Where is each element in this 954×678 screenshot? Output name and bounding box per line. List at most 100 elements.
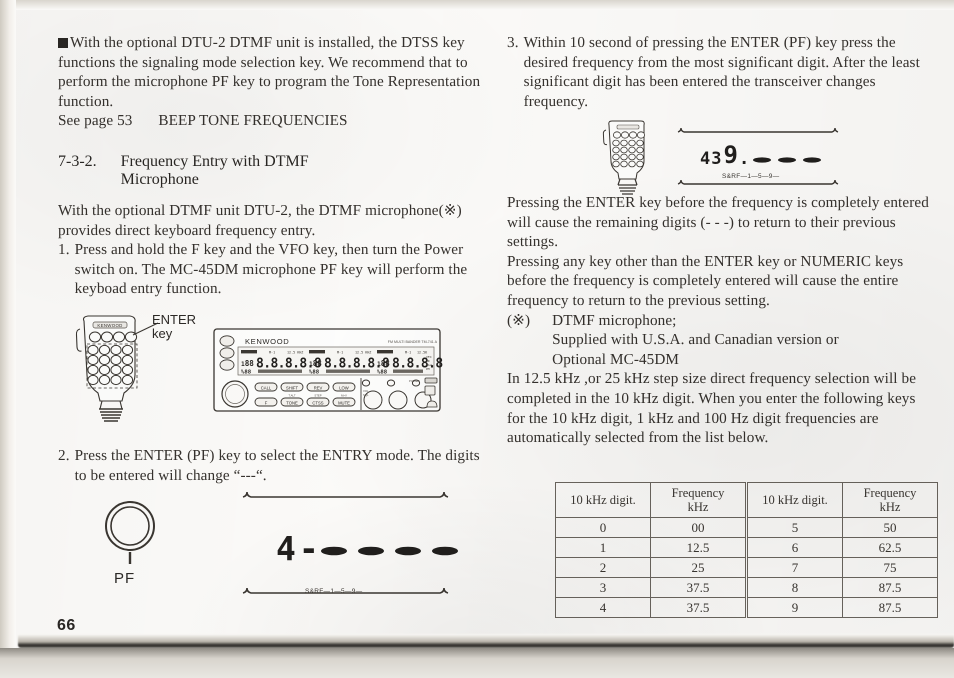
step-3-number: 3.: [507, 34, 519, 51]
entry-mode-lcd-dashes: [320, 540, 460, 562]
entry-mode-meter-scale: S&RF—1—5—9—: [305, 588, 363, 595]
left-column: With the optional DTU-2 DTMF unit is ins…: [58, 33, 483, 299]
svg-text:8.8.8.8: 8.8.8.8: [392, 357, 443, 372]
step-2: 2. Press the ENTER (PF) key to select th…: [58, 446, 483, 485]
figure-mic-small: [597, 119, 661, 195]
cell-freq-right: 87.5: [842, 577, 938, 598]
enter-key-callout-line2: key: [152, 326, 173, 341]
cell-digit-right: 7: [745, 557, 843, 578]
note-paragraph-text: With the optional DTU-2 DTMF unit is ins…: [58, 34, 481, 110]
cell-freq-left: 00: [650, 517, 747, 538]
section-title-line2: Microphone: [120, 170, 199, 188]
lcd-439-prefix: 43: [700, 149, 723, 169]
see-page-label: See page 53: [58, 112, 133, 130]
step-2-text: Press the ENTER (PF) key to select the E…: [74, 447, 480, 484]
cell-digit-left: 3: [555, 577, 651, 598]
cell-digit-right: 6: [745, 537, 843, 558]
intro-paragraph: With the optional DTMF unit DTU-2, the D…: [58, 201, 462, 239]
step-2-block: 2. Press the ENTER (PF) key to select th…: [58, 446, 483, 485]
cell-freq-right: 75: [842, 557, 938, 578]
scanned-manual-page: With the optional DTU-2 DTMF unit is ins…: [0, 0, 954, 678]
enter-key-callout: ENTER key: [152, 313, 196, 341]
cell-freq-right: 87.5: [842, 597, 938, 618]
svg-text:188: 188: [309, 359, 322, 368]
step-2-number: 2.: [58, 447, 70, 464]
cell-digit-left: 0: [555, 517, 651, 538]
step-3-text: Within 10 second of pressing the ENTER (…: [523, 34, 920, 110]
svg-text:F: F: [265, 401, 268, 406]
header-left-digit: 10 kHz digit.: [555, 482, 651, 518]
table-row: 2 25 7 75: [555, 557, 938, 578]
step-1-text: Press and hold the F key and the VFO key…: [74, 241, 468, 298]
cell-freq-right: 62.5: [842, 537, 938, 558]
see-page-line: See page 53 BEEP TONE FREQUENCIES: [58, 111, 483, 131]
section-title-line1: Frequency Entry with DTMF: [120, 152, 309, 170]
svg-text:TONE: TONE: [286, 401, 298, 406]
svg-text:CTSS: CTSS: [312, 401, 323, 406]
header-right-frequency-line1: Frequency: [863, 486, 917, 500]
bullet-square-icon: [58, 38, 68, 48]
step-1-number: 1.: [58, 241, 70, 259]
table-row: 0 00 5 50: [555, 517, 938, 538]
page-edge-bottom-surface: [0, 648, 954, 678]
frequency-table-wrapper: 10 kHz digit. Frequency kHz 10 kHz digit…: [555, 482, 938, 618]
svg-text:M-1: M-1: [405, 351, 411, 355]
paragraph-other-key: Pressing any key other than the ENTER ke…: [507, 252, 904, 309]
entry-mode-lcd-value: 4-: [276, 529, 322, 568]
cell-freq-left: 12.5: [650, 537, 747, 558]
lcd-439-meter-scale: S&RF—1—5—9—: [722, 173, 780, 180]
page-edge-bottom-shadow: [18, 634, 954, 648]
page-number: 66: [57, 617, 76, 634]
svg-text:%88: %88: [377, 370, 388, 376]
see-page-reference: BEEP TONE FREQUENCIES: [158, 112, 348, 130]
footnote-line2: Supplied with U.S.A. and Canadian versio…: [552, 331, 839, 349]
table-row: 4 37.5 9 87.5: [555, 597, 938, 618]
svg-text:M>V: M>V: [341, 394, 347, 398]
note-paragraph: With the optional DTU-2 DTMF unit is ins…: [58, 33, 483, 111]
footnote-line1: DTMF microphone;: [552, 311, 677, 329]
cell-freq-left: 25: [650, 557, 747, 578]
svg-text:12.5 KHZ: 12.5 KHZ: [287, 351, 303, 355]
step-1: 1. Press and hold the F key and the VFO …: [58, 240, 483, 299]
svg-text:MUTE: MUTE: [338, 401, 350, 406]
frequency-table-body: 0 00 5 50 1 12.5 6 62.5 2 25 7 75 3 37.5…: [555, 517, 938, 618]
cell-freq-left: 37.5: [650, 597, 747, 618]
header-right-digit: 10 kHz digit.: [745, 482, 843, 518]
section-number: 7-3-2.: [58, 152, 97, 170]
svg-text:188: 188: [241, 359, 254, 368]
cell-freq-left: 37.5: [650, 577, 747, 598]
table-row: 3 37.5 8 87.5: [555, 577, 938, 598]
cell-digit-right: 9: [745, 597, 843, 618]
page-edge-top: [0, 0, 954, 10]
lcd-439-dashes: [752, 152, 830, 168]
lcd-439-value: 43 9 .: [700, 141, 750, 169]
header-right-frequency: Frequency kHz: [842, 482, 938, 518]
cell-digit-left: 1: [555, 537, 651, 558]
header-left-frequency-line2: kHz: [687, 500, 709, 514]
frequency-table: 10 kHz digit. Frequency kHz 10 kHz digit…: [555, 482, 938, 618]
figure-transceiver-panel: KENWOOD FM MULTI BANDER TM-741 A M-1 12.…: [213, 328, 444, 412]
lcd-439-active-digit: 9: [723, 141, 738, 169]
step-3: 3. Within 10 second of pressing the ENTE…: [507, 33, 932, 111]
cell-freq-right: 50: [842, 517, 938, 538]
svg-text:STEP: STEP: [314, 394, 321, 398]
svg-text:12.5K: 12.5K: [417, 351, 428, 355]
cell-digit-left: 2: [555, 557, 651, 578]
svg-text:T.ALT: T.ALT: [288, 394, 295, 398]
header-left-frequency-line1: Frequency: [671, 486, 725, 500]
svg-text:LOW: LOW: [339, 386, 349, 391]
svg-text:SQL: SQL: [363, 393, 369, 397]
svg-text:M-1: M-1: [337, 351, 343, 355]
page-edge-left: [0, 0, 16, 678]
header-right-frequency-line2: kHz: [879, 500, 901, 514]
svg-text:12.5 KHZ: 12.5 KHZ: [355, 351, 371, 355]
svg-text:KENWOOD: KENWOOD: [97, 323, 122, 328]
svg-text:FM MULTI BANDER TM-741 A: FM MULTI BANDER TM-741 A: [388, 340, 438, 344]
figure-pf-knob: [100, 500, 170, 572]
svg-text:%88: %88: [309, 370, 320, 376]
svg-text:CALL: CALL: [261, 386, 272, 391]
cell-digit-right: 8: [745, 577, 843, 598]
footnote-line3: Optional MC-45DM: [552, 350, 680, 368]
header-left-frequency: Frequency kHz: [650, 482, 747, 518]
cell-digit-right: 5: [745, 517, 843, 538]
